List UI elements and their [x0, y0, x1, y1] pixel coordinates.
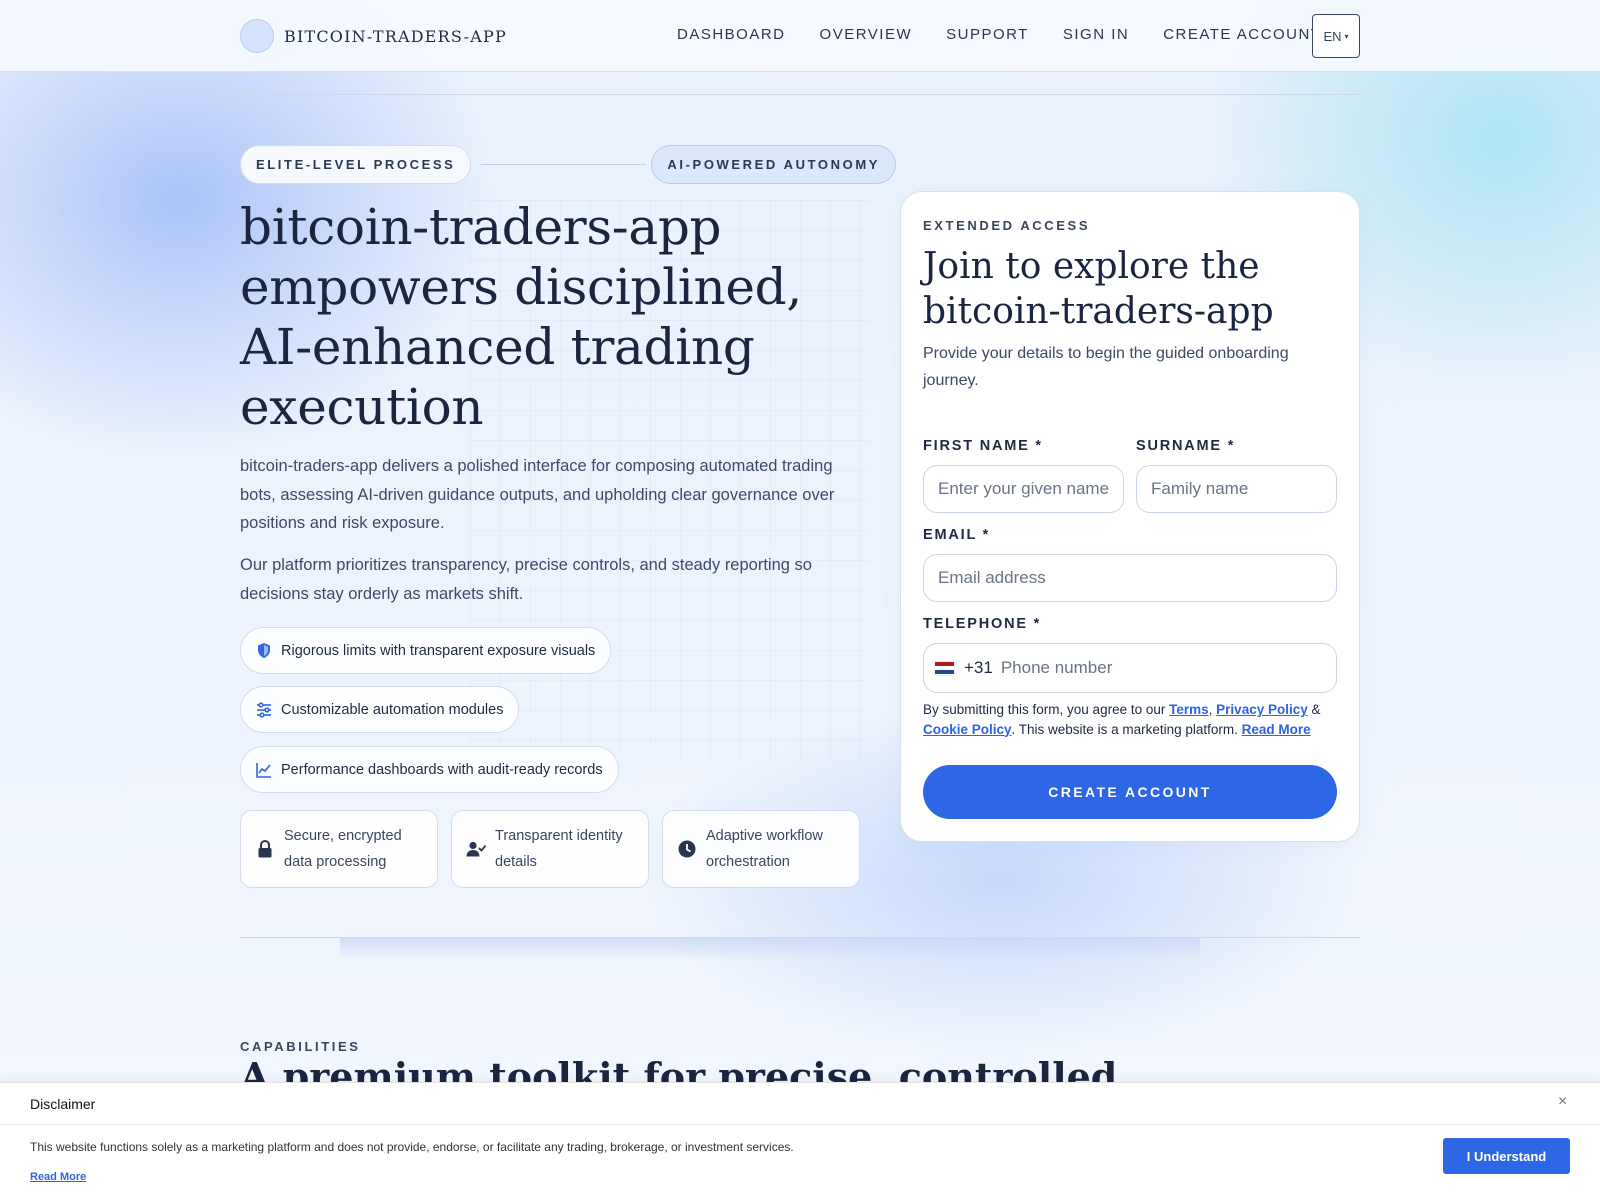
logo-text: BITCOIN-TRADERS-APP [284, 26, 507, 46]
disclaimer-header: Disclaimer × [0, 1083, 1600, 1125]
email-label: EMAIL * [923, 527, 991, 543]
section-glow [340, 938, 1200, 960]
lock-icon [255, 839, 275, 859]
info-card: Secure, encrypted data processing [240, 810, 438, 888]
language-select[interactable]: EN ▾ [1312, 14, 1360, 58]
hero-title: bitcoin-traders-app empowers disciplined… [240, 198, 802, 436]
feature-pill: Rigorous limits with transparent exposur… [240, 627, 612, 674]
nav-dashboard[interactable]: DASHBOARD [677, 24, 786, 46]
hero-pills: ELITE-LEVEL PROCESS AI-POWERED AUTONOMY [240, 145, 897, 184]
language-value: EN [1323, 28, 1342, 44]
consent-prefix: By submitting this form, you agree to ou… [923, 702, 1170, 717]
close-icon[interactable]: × [1558, 1093, 1567, 1111]
phone-field[interactable] [1000, 658, 1301, 678]
feature-label: Customizable automation modules [281, 701, 504, 718]
feature-pill: Performance dashboards with audit-ready … [240, 746, 619, 793]
feature-pill: Customizable automation modules [240, 686, 520, 733]
info-card: Adaptive workflow orchestration [662, 810, 860, 888]
first-name-label: FIRST NAME * [923, 438, 1043, 454]
pill-connector [481, 164, 647, 165]
logo-mark [240, 19, 274, 53]
form-eyebrow: EXTENDED ACCESS [923, 218, 1091, 233]
section-divider [240, 937, 1360, 938]
card-label: Transparent identity details [495, 828, 623, 870]
privacy-policy-link[interactable]: Privacy Policy [1216, 702, 1308, 717]
terms-link[interactable]: Terms [1169, 702, 1209, 717]
card-label: Secure, encrypted data processing [284, 828, 402, 870]
nav-create-account[interactable]: CREATE ACCOUNT [1163, 24, 1321, 46]
phone-field-group: +31 [923, 643, 1337, 693]
first-name-field[interactable] [923, 465, 1124, 513]
nav-sign-in[interactable]: SIGN IN [1063, 24, 1129, 46]
divider [240, 94, 1360, 95]
clock-icon [677, 839, 697, 859]
pill-elite-process: ELITE-LEVEL PROCESS [240, 145, 472, 184]
sliders-icon [255, 701, 273, 719]
signup-form: EXTENDED ACCESS Join to explore the bitc… [900, 191, 1360, 842]
info-card: Transparent identity details [451, 810, 649, 888]
surname-label: SURNAME * [1136, 438, 1236, 454]
disclaimer-text: This website functions solely as a marke… [30, 1140, 794, 1154]
create-account-button[interactable]: CREATE ACCOUNT [923, 765, 1337, 819]
hero-paragraph-1: bitcoin-traders-app delivers a polished … [240, 457, 835, 532]
cookie-policy-link[interactable]: Cookie Policy [923, 722, 1012, 737]
consent-mid: . This website is a marketing platform. [1011, 721, 1242, 737]
netherlands-flag-icon[interactable] [934, 660, 955, 676]
site-header: BITCOIN-TRADERS-APP DASHBOARD OVERVIEW S… [0, 0, 1600, 72]
i-understand-button[interactable]: I Understand [1443, 1138, 1570, 1174]
chevron-down-icon: ▾ [1344, 31, 1349, 41]
pill-ai-autonomy: AI-POWERED AUTONOMY [651, 145, 897, 184]
nav-overview[interactable]: OVERVIEW [820, 24, 913, 46]
email-field[interactable] [923, 554, 1337, 602]
form-title: Join to explore the bitcoin-traders-app [923, 246, 1274, 332]
capabilities-eyebrow: CAPABILITIES [240, 1039, 361, 1054]
shield-icon [255, 642, 273, 660]
hero-paragraph-2: Our platform prioritizes transparency, p… [240, 556, 812, 603]
user-check-icon [466, 839, 486, 859]
logo[interactable]: BITCOIN-TRADERS-APP [240, 19, 507, 53]
surname-field[interactable] [1136, 465, 1337, 513]
telephone-label: TELEPHONE * [923, 616, 1042, 632]
disclaimer-banner: Disclaimer × This website functions sole… [0, 1082, 1600, 1200]
dial-code: +31 [964, 658, 993, 677]
feature-label: Performance dashboards with audit-ready … [281, 761, 603, 778]
main-nav: DASHBOARD OVERVIEW SUPPORT SIGN IN CREAT… [677, 24, 1355, 46]
form-subtitle: Provide your details to begin the guided… [923, 345, 1289, 389]
card-label: Adaptive workflow orchestration [706, 828, 823, 870]
disclaimer-title: Disclaimer [30, 1096, 96, 1112]
chart-line-icon [255, 761, 273, 779]
read-more-link[interactable]: Read More [1242, 722, 1311, 737]
feature-label: Rigorous limits with transparent exposur… [281, 642, 596, 659]
consent-text: By submitting this form, you agree to ou… [923, 700, 1337, 739]
disclaimer-read-more-link[interactable]: Read More [30, 1171, 86, 1183]
consent-amp: & [1307, 702, 1321, 717]
nav-support[interactable]: SUPPORT [946, 24, 1029, 46]
